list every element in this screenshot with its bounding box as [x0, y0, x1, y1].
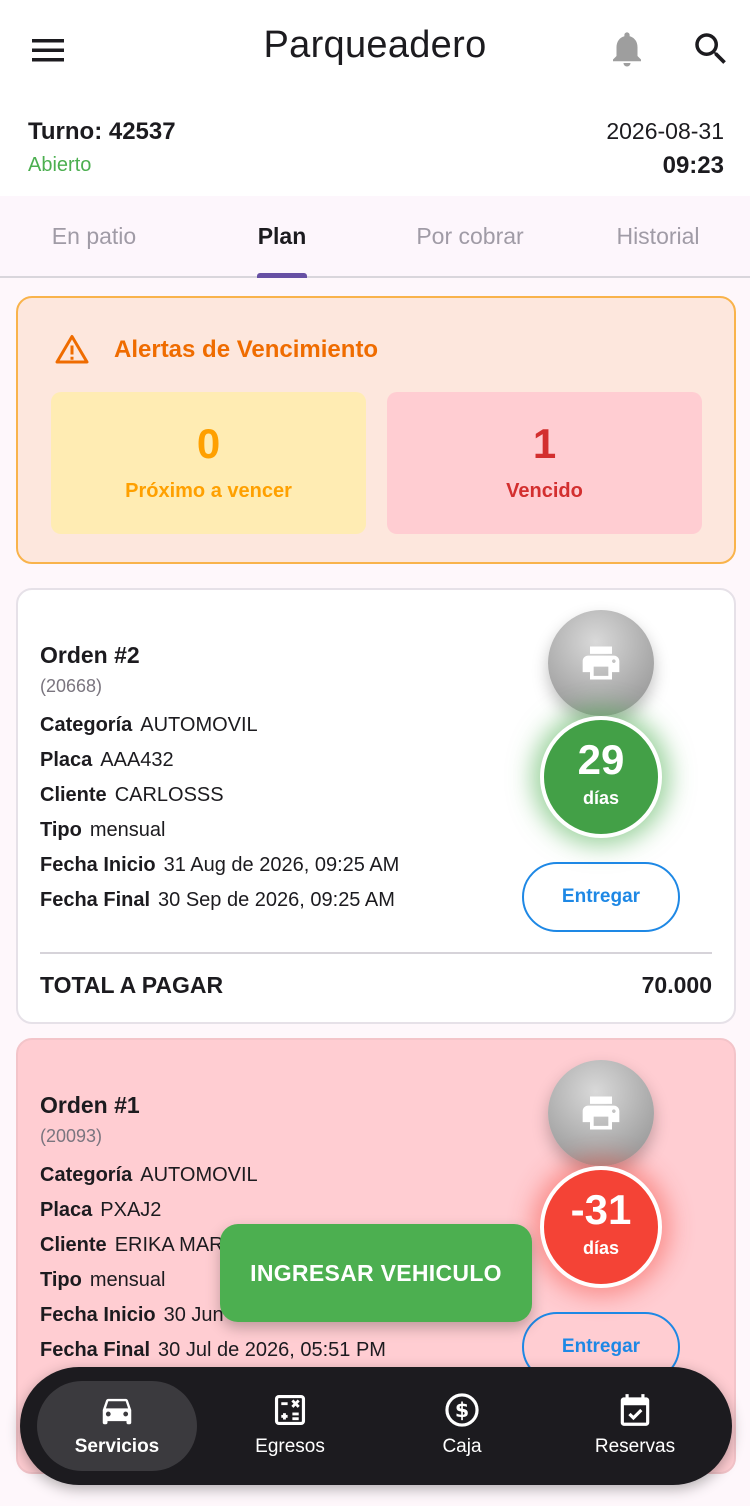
order-title: Orden #1	[40, 1092, 140, 1118]
order-start-date-row: Fecha Inicio 30 Jun	[40, 1304, 224, 1327]
field-value: ERIKA MAR	[114, 1234, 224, 1256]
days-label: días	[582, 1238, 620, 1258]
tab-label: Por cobrar	[416, 223, 524, 249]
order-type-row: Tipo mensual	[40, 1269, 165, 1292]
order-start-date-row: Fecha Inicio 31 Aug de 2026, 09:25 AM	[40, 854, 399, 877]
field-value: AUTOMOVIL	[140, 1164, 258, 1186]
field-label: Placa	[40, 749, 93, 771]
svg-text:$: $	[455, 1398, 469, 1422]
print-button[interactable]	[548, 1060, 654, 1166]
shift-time: 09:23	[662, 152, 724, 179]
shift-header: Turno: 42537 Abierto 2026-08-31 09:23	[0, 98, 750, 196]
deliver-button[interactable]: Entregar	[522, 862, 680, 932]
field-label: Categoría	[40, 1164, 133, 1186]
shift-date: 2026-08-31	[606, 118, 724, 144]
nav-label: Servicios	[74, 1436, 160, 1457]
field-value: AUTOMOVIL	[140, 714, 258, 736]
calendar-check-icon	[620, 1394, 650, 1426]
order-id: (20093)	[40, 1126, 103, 1146]
field-label: Placa	[40, 1199, 93, 1221]
days-count: 29	[577, 736, 625, 783]
order-end-date-row: Fecha Final 30 Jul de 2026, 05:51 PM	[40, 1339, 386, 1362]
field-label: Cliente	[40, 784, 107, 806]
tab-label: En patio	[51, 223, 137, 249]
order-plate-row: Placa AAA432	[40, 749, 174, 772]
expiration-alerts-card: Alertas de Vencimiento 0 Próximo a vence…	[16, 296, 736, 564]
expired-label: Vencido	[506, 480, 583, 502]
order-card: Orden #2 (20668) Categoría AUTOMOVIL Plac…	[16, 588, 736, 1024]
order-client-row: Cliente ERIKA MAR	[40, 1234, 224, 1257]
tab-bar: En patio Plan Por cobrar Historial	[0, 196, 750, 278]
add-vehicle-button[interactable]: INGRESAR VEHICULO	[220, 1224, 532, 1322]
upcoming-expiration-stat[interactable]: 0 Próximo a vencer	[51, 392, 366, 534]
app-bar: Parqueadero	[0, 0, 750, 98]
field-label: Fecha Inicio	[40, 854, 156, 876]
nav-label: Egresos	[255, 1436, 325, 1457]
order-id: (20668)	[40, 676, 103, 696]
bottom-nav: Servicios Egresos $ Caja Reservas	[20, 1367, 732, 1485]
alerts-header: Alertas de Vencimiento	[54, 332, 378, 368]
tab-por-cobrar[interactable]: Por cobrar	[376, 196, 564, 276]
expired-stat[interactable]: 1 Vencido	[387, 392, 702, 534]
print-button[interactable]	[548, 610, 654, 716]
printer-icon	[582, 646, 620, 680]
field-value: mensual	[89, 819, 166, 841]
field-label: Categoría	[40, 714, 133, 736]
field-label: Fecha Inicio	[40, 1304, 156, 1326]
order-title: Orden #2	[40, 642, 140, 668]
nav-item-egresos[interactable]: Egresos	[210, 1381, 370, 1471]
bell-icon[interactable]	[606, 28, 648, 70]
field-value: AAA432	[100, 749, 174, 771]
field-value: 30 Jul de 2026, 05:51 PM	[158, 1339, 386, 1361]
field-label: Fecha Final	[40, 889, 151, 911]
expired-count: 1	[532, 420, 557, 467]
field-value: 31 Aug de 2026, 09:25 AM	[163, 854, 400, 876]
nav-item-reservas[interactable]: Reservas	[555, 1381, 715, 1471]
order-category-row: Categoría AUTOMOVIL	[40, 714, 258, 737]
tab-en-patio[interactable]: En patio	[0, 196, 188, 276]
total-value: 70.000	[641, 972, 712, 998]
days-label: días	[582, 788, 620, 808]
upcoming-label: Próximo a vencer	[125, 480, 292, 502]
warning-icon	[55, 335, 89, 364]
tab-label: Plan	[257, 223, 307, 249]
nav-label: Caja	[442, 1436, 482, 1457]
order-plate-row: Placa PXAJ2	[40, 1199, 161, 1222]
nav-item-servicios[interactable]: Servicios	[37, 1381, 197, 1471]
order-client-row: Cliente CARLOSSS	[40, 784, 224, 807]
car-icon	[102, 1398, 132, 1425]
order-type-row: Tipo mensual	[40, 819, 165, 842]
days-count: -31	[570, 1186, 632, 1233]
order-category-row: Categoría AUTOMOVIL	[40, 1164, 258, 1187]
field-value: CARLOSSS	[114, 784, 224, 806]
days-remaining-badge: -31 días	[540, 1166, 662, 1288]
tab-label: Historial	[616, 223, 700, 249]
days-remaining-badge: 29 días	[540, 716, 662, 838]
nav-label: Reservas	[594, 1436, 676, 1457]
alerts-title: Alertas de Vencimiento	[114, 336, 379, 363]
field-label: Tipo	[40, 1269, 82, 1291]
search-icon[interactable]	[690, 28, 732, 70]
field-value: 30 Jun	[163, 1304, 224, 1326]
tab-indicator	[257, 273, 307, 278]
field-value: mensual	[89, 1269, 166, 1291]
divider	[40, 952, 712, 954]
nav-item-caja[interactable]: $ Caja	[382, 1381, 542, 1471]
printer-icon	[582, 1096, 620, 1130]
total-label: TOTAL A PAGAR	[40, 972, 224, 998]
shift-number: Turno: 42537	[28, 118, 176, 145]
field-label: Cliente	[40, 1234, 107, 1256]
shift-status: Abierto	[28, 154, 92, 176]
field-label: Tipo	[40, 819, 82, 841]
order-end-date-row: Fecha Final 30 Sep de 2026, 09:25 AM	[40, 889, 395, 912]
field-value: 30 Sep de 2026, 09:25 AM	[158, 889, 395, 911]
tab-historial[interactable]: Historial	[564, 196, 750, 276]
calculator-icon	[274, 1394, 306, 1426]
dollar-icon: $	[445, 1393, 479, 1427]
tab-plan[interactable]: Plan	[188, 196, 376, 278]
upcoming-count: 0	[196, 420, 221, 467]
field-value: PXAJ2	[100, 1199, 162, 1221]
field-label: Fecha Final	[40, 1339, 151, 1361]
